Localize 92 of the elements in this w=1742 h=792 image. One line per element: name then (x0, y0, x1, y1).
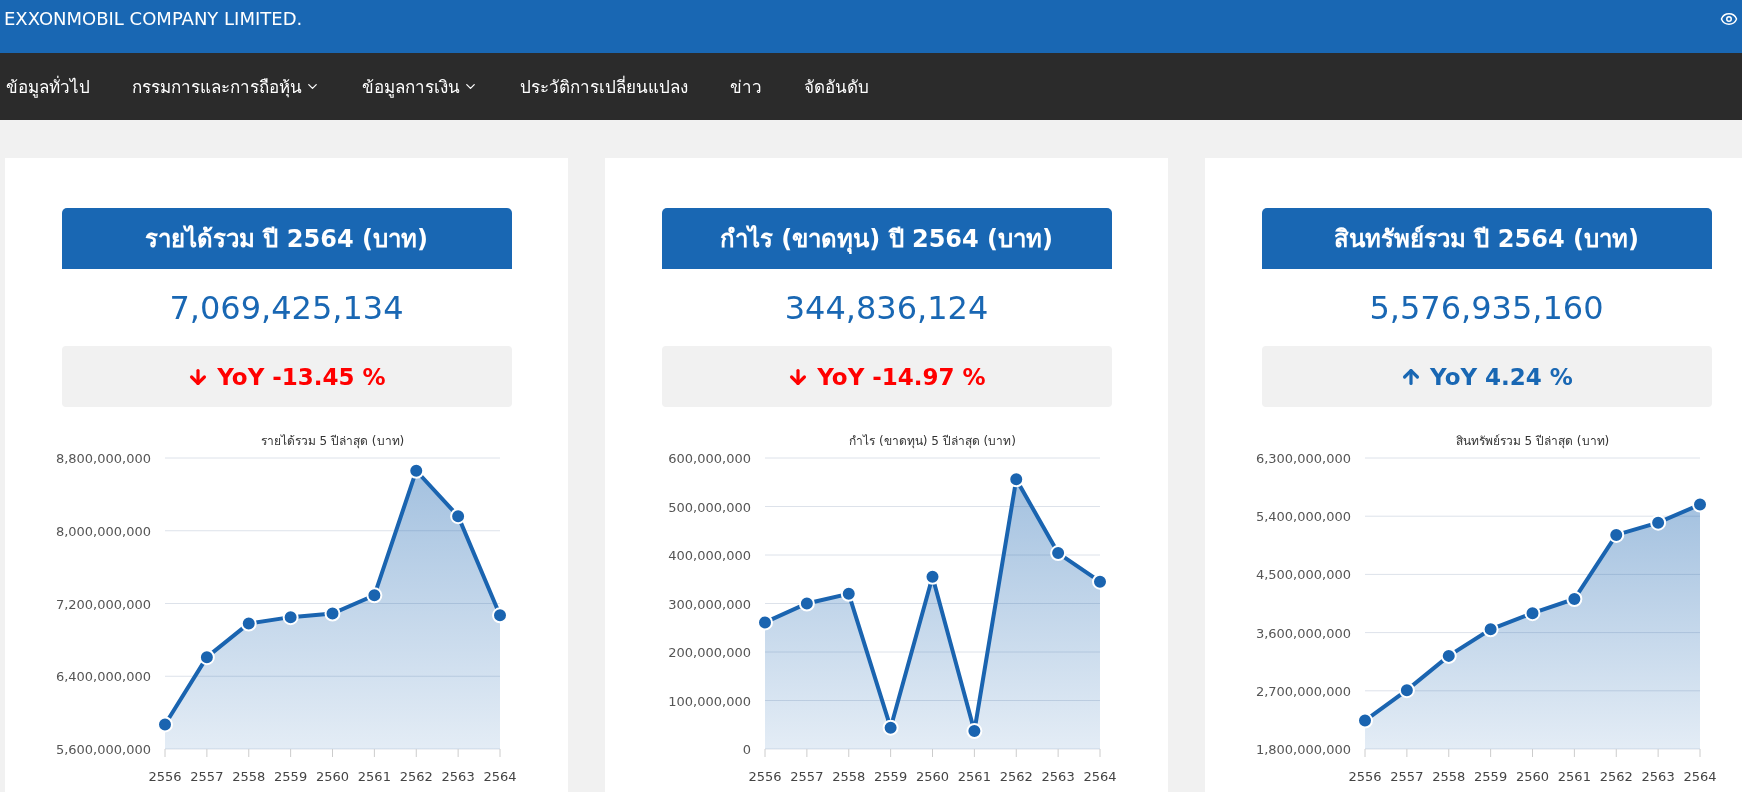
x-axis-label: 2563 (441, 769, 475, 784)
data-point (1357, 712, 1373, 729)
y-axis-label: 7,200,000,000 (55, 596, 151, 612)
y-axis-label: 500,000,000 (668, 499, 751, 515)
chart-title: กำไร (ขาดทุน) 5 ปีล่าสุด (บาท) (849, 434, 1016, 448)
yoy-text: YoY -14.97 % (817, 363, 986, 390)
nav-item[interactable]: จัดอันดับ (804, 73, 869, 100)
data-point (882, 719, 899, 736)
x-axis-label: 2563 (1641, 769, 1675, 784)
data-point (240, 615, 257, 632)
x-axis-label: 2561 (357, 769, 391, 784)
y-axis-label: 8,000,000,000 (55, 523, 151, 539)
y-axis-label: 100,000,000 (668, 693, 751, 709)
data-point (1650, 514, 1667, 531)
x-axis-label: 2562 (999, 769, 1033, 784)
x-axis-label: 2562 (399, 769, 433, 784)
x-axis-label: 2560 (315, 769, 350, 784)
company-name: EXXONMOBIL COMPANY LIMITED. (4, 8, 303, 29)
data-point (757, 614, 773, 631)
data-point (366, 587, 383, 604)
y-axis-label: 300,000,000 (668, 596, 751, 612)
data-point (157, 716, 173, 733)
chart-title: สินทรัพย์รวม 5 ปีล่าสุด (บาท) (1455, 434, 1610, 448)
x-axis-label: 2558 (832, 769, 866, 784)
yoy-text: YoY 4.24 % (1430, 363, 1573, 390)
data-point (324, 605, 341, 622)
nav-item[interactable]: ประวัติการเปลี่ยนแปลง (520, 73, 688, 100)
card-title: กำไร (ขาดทุน) ปี 2564 (บาท) (661, 208, 1112, 269)
data-point (924, 568, 941, 585)
x-axis-label: 2556 (1348, 769, 1382, 784)
x-axis-label: 2557 (790, 769, 824, 784)
data-point (1398, 682, 1415, 699)
card-title: รายได้รวม ปี 2564 (บาท) (61, 208, 512, 269)
y-axis-label: 400,000,000 (668, 548, 751, 563)
y-axis-label: 1,800,000,000 (1255, 742, 1351, 757)
x-axis-label: 2560 (915, 769, 950, 784)
x-axis-label: 2557 (190, 769, 224, 784)
y-axis-label: 3,600,000,000 (1255, 625, 1351, 641)
data-point (492, 607, 508, 624)
data-point (966, 723, 983, 740)
y-axis-label: 6,300,000,000 (1255, 451, 1351, 466)
y-axis-label: 2,700,000,000 (1255, 683, 1351, 699)
card-title: สินทรัพย์รวม ปี 2564 (บาท) (1261, 208, 1712, 269)
x-axis-label: 2561 (957, 769, 991, 784)
y-axis-label: 8,800,000,000 (55, 451, 151, 466)
x-axis-label: 2558 (1432, 769, 1466, 784)
y-axis-label: 5,400,000,000 (1255, 509, 1351, 525)
nav-item[interactable]: กรรมการและการถือหุ้น (132, 73, 320, 100)
data-point (1008, 471, 1025, 488)
x-axis-label: 2559 (1474, 769, 1508, 784)
y-axis-label: 6,400,000,000 (55, 669, 151, 685)
x-axis-label: 2562 (1599, 769, 1633, 784)
y-axis-label: 5,600,000,000 (55, 742, 151, 757)
x-axis-label: 2564 (1683, 769, 1717, 784)
data-point (1566, 590, 1583, 607)
stat-value: 7,069,425,134 (169, 287, 404, 329)
x-axis-label: 2557 (1390, 769, 1424, 784)
data-point (798, 595, 815, 612)
x-axis-label: 2564 (483, 769, 517, 784)
data-point (282, 609, 299, 626)
data-point (408, 462, 425, 479)
data-point (1050, 545, 1067, 562)
nav-item[interactable]: ข่าว (730, 73, 762, 100)
x-axis-label: 2560 (1515, 769, 1550, 784)
x-axis-label: 2556 (748, 769, 782, 784)
data-point (1608, 526, 1625, 543)
eye-icon (1720, 10, 1738, 28)
data-point (1092, 573, 1108, 590)
x-axis-label: 2561 (1557, 769, 1591, 784)
data-point (1482, 621, 1499, 638)
x-axis-label: 2559 (274, 769, 308, 784)
data-point (1524, 605, 1541, 622)
y-axis-label: 0 (742, 742, 751, 757)
x-axis-label: 2556 (148, 769, 182, 784)
nav-item[interactable]: ข้อมูลการเงิน (362, 73, 478, 100)
x-axis-label: 2559 (874, 769, 908, 784)
stat-value: 344,836,124 (784, 287, 989, 329)
data-point (450, 508, 467, 525)
yoy-text: YoY -13.45 % (217, 363, 386, 390)
chart-title: รายได้รวม 5 ปีล่าสุด (บาท) (260, 434, 405, 448)
nav-item[interactable]: ข้อมูลทั่วไป (6, 73, 90, 100)
data-point (1692, 496, 1708, 513)
x-axis-label: 2564 (1083, 769, 1117, 784)
y-axis-label: 4,500,000,000 (1255, 567, 1351, 583)
data-point (1440, 647, 1457, 664)
y-axis-label: 200,000,000 (668, 645, 751, 660)
data-point (198, 649, 215, 666)
y-axis-label: 600,000,000 (668, 451, 751, 466)
x-axis-label: 2563 (1041, 769, 1075, 784)
x-axis-label: 2558 (232, 769, 266, 784)
stat-value: 5,576,935,160 (1369, 287, 1604, 329)
data-point (840, 585, 857, 602)
